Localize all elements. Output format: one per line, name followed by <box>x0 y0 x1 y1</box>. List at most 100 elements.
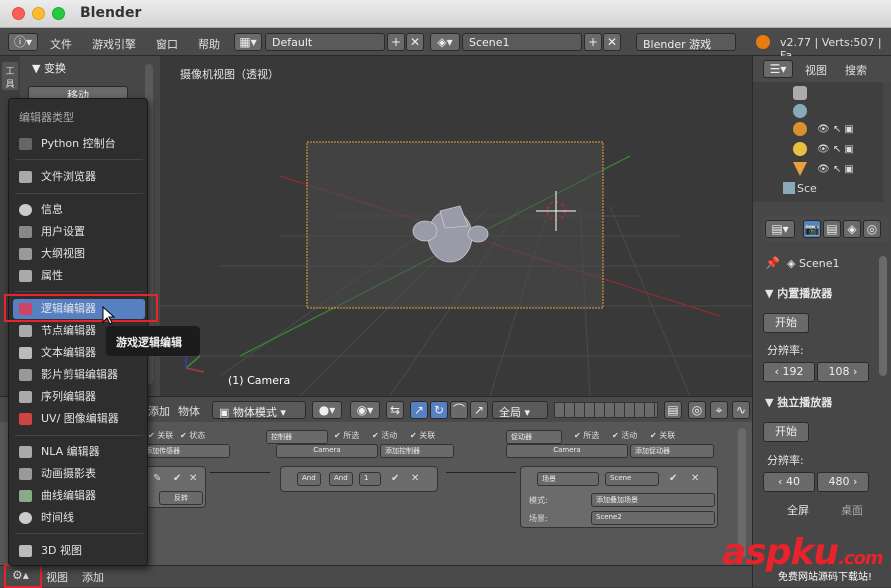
logic-menu-add[interactable]: 添加 <box>148 403 170 419</box>
layout-field[interactable]: Default <box>265 33 385 51</box>
render-engine-select[interactable]: Blender 游戏 <box>636 33 736 51</box>
controllers-active-checkbox[interactable]: ✔ 活动 <box>372 430 397 441</box>
outliner-tree[interactable]: 👁 ↖ ▣ 👁 ↖ ▣ 👁 ↖ ▣ Sce <box>753 82 883 202</box>
menu-item-user-prefs[interactable]: 用户设置 <box>13 222 145 242</box>
actuators-link-checkbox[interactable]: ✔ 关联 <box>650 430 675 441</box>
scene-select[interactable]: Scene2 <box>591 511 715 525</box>
bottom-menu-add[interactable]: 添加 <box>82 569 104 585</box>
world-tab-icon[interactable]: ◎ <box>863 220 881 238</box>
lock-layers-icon[interactable]: ▤ <box>664 401 682 419</box>
menu-item-outliner[interactable]: 大纲视图 <box>13 244 145 264</box>
manipulator-toggle[interactable]: ⇆ <box>386 401 404 419</box>
object-mode-select[interactable]: ▣ 物体模式 ▾ <box>212 401 306 419</box>
bottom-menu-view[interactable]: 视图 <box>46 569 68 585</box>
sensors-state-checkbox[interactable]: ✔ 状态 <box>180 430 205 441</box>
scene-tab-icon[interactable]: ◈ <box>843 220 861 238</box>
standalone-start-button[interactable]: 开始 <box>763 422 809 442</box>
fullscreen-checkbox[interactable]: 全屏 <box>787 502 809 518</box>
properties-type-icon[interactable]: ▤▾ <box>765 220 795 238</box>
monkey-object-icon[interactable] <box>793 122 807 136</box>
standalone-res-y[interactable]: 480 › <box>817 472 869 492</box>
render-layer-icon[interactable]: ◎ <box>688 401 706 419</box>
actuator-type-select[interactable]: 场景 <box>537 472 599 486</box>
actuator-close-icon[interactable]: ✕ <box>691 473 699 484</box>
orientation-icon[interactable]: ↗ <box>470 401 488 419</box>
layout-icon[interactable]: ▦▾ <box>234 33 262 51</box>
pivot-select[interactable]: ◉▾ <box>350 401 380 419</box>
controllers-link-checkbox[interactable]: ✔ 关联 <box>410 430 435 441</box>
outliner-scene-item[interactable]: Sce <box>797 182 817 195</box>
snap-icon[interactable]: ⌖ <box>710 401 728 419</box>
outliner-type-icon[interactable]: ☰▾ <box>763 60 793 78</box>
menu-item-properties[interactable]: 属性 <box>13 266 145 286</box>
menu-window[interactable]: 窗口 <box>156 36 178 52</box>
embedded-res-y[interactable]: 108 › <box>817 362 869 382</box>
remove-layout-button[interactable]: ✕ <box>406 33 424 51</box>
actuators-active-checkbox[interactable]: ✔ 活动 <box>612 430 637 441</box>
controllers-selected-checkbox[interactable]: ✔ 所选 <box>334 430 359 441</box>
remove-scene-button[interactable]: ✕ <box>603 33 621 51</box>
minimize-window-button[interactable] <box>32 7 45 20</box>
controllers-object[interactable]: Camera <box>276 444 378 458</box>
info-editor-type-button[interactable]: ⓘ▾ <box>8 33 38 51</box>
add-layout-button[interactable]: + <box>387 33 405 51</box>
actuators-object[interactable]: Camera <box>506 444 628 458</box>
editor-type-button[interactable]: ⚙▴ <box>4 564 42 588</box>
actuator-check-icon[interactable]: ✔ <box>669 473 677 484</box>
add-sensor-select[interactable]: 添加传感器 <box>140 444 230 458</box>
add-actuator-select[interactable]: 添加促动器 <box>630 444 714 458</box>
cone-object-icon[interactable] <box>793 162 807 176</box>
controller-state[interactable]: 1 <box>359 472 381 486</box>
visibility-eye-icon[interactable]: 👁 ↖ ▣ <box>817 124 854 135</box>
scale-icon[interactable]: ⌒ <box>450 401 468 419</box>
render-tab-icon[interactable]: 📷 <box>803 220 821 238</box>
standalone-player-panel[interactable]: ▼ 独立播放器 <box>765 394 832 410</box>
translate-icon[interactable]: ↗ <box>410 401 428 419</box>
mode-select[interactable]: 添加叠加场景 <box>591 493 715 507</box>
scene-icon[interactable]: ◈▾ <box>430 33 460 51</box>
controller-check-icon[interactable]: ✔ <box>391 473 399 484</box>
add-scene-button[interactable]: + <box>584 33 602 51</box>
pin-icon[interactable]: 📌 <box>765 256 780 270</box>
add-controller-select[interactable]: 添加控制器 <box>380 444 454 458</box>
menu-help[interactable]: 帮助 <box>198 36 220 52</box>
actuator-name-field[interactable]: Scene <box>605 472 659 486</box>
standalone-res-x[interactable]: ‹ 40 <box>763 472 815 492</box>
shading-select[interactable]: ●▾ <box>312 401 342 419</box>
lamp-object-icon[interactable] <box>793 142 807 156</box>
visibility-eye-icon[interactable]: 👁 ↖ ▣ <box>817 144 854 155</box>
proportional-icon[interactable]: ∿ <box>732 401 750 419</box>
embedded-player-panel[interactable]: ▼ 内置播放器 <box>765 285 832 301</box>
sensor-close-icon[interactable]: ✕ <box>189 473 197 484</box>
menu-item-3d-view[interactable]: 3D 视图 <box>13 541 145 561</box>
tab-tools[interactable]: 工具 <box>2 62 18 90</box>
sensor-pin-icon[interactable]: ✎ <box>153 473 161 484</box>
controller-close-icon[interactable]: ✕ <box>411 473 419 484</box>
menu-game-engine[interactable]: 游戏引擎 <box>92 36 136 52</box>
properties-scrollbar[interactable] <box>879 256 887 376</box>
menu-item-uv-image[interactable]: UV/ 图像编辑器 <box>13 409 145 429</box>
menu-item-graph-editor[interactable]: 曲线编辑器 <box>13 486 145 506</box>
menu-item-clip-editor[interactable]: 影片剪辑编辑器 <box>13 365 145 385</box>
outliner-menu-view[interactable]: 视图 <box>805 62 827 78</box>
zoom-window-button[interactable] <box>52 7 65 20</box>
layer-buttons[interactable] <box>554 402 658 418</box>
menu-file[interactable]: 文件 <box>50 36 72 52</box>
visibility-eye-icon[interactable]: 👁 ↖ ▣ <box>817 164 854 175</box>
menu-item-file-browser[interactable]: 文件浏览器 <box>13 167 145 187</box>
controllers-dropdown[interactable]: 控制器 <box>266 430 328 444</box>
invert-button[interactable]: 反转 <box>159 491 203 505</box>
logic-menu-object[interactable]: 物体 <box>178 403 200 419</box>
menu-item-info[interactable]: 信息 <box>13 200 145 220</box>
actuators-dropdown[interactable]: 促动器 <box>506 430 562 444</box>
desktop-checkbox[interactable]: 桌面 <box>841 502 863 518</box>
menu-item-python-console[interactable]: Python 控制台 <box>13 134 145 154</box>
scene-field[interactable]: Scene1 <box>462 33 582 51</box>
menu-item-sequencer[interactable]: 序列编辑器 <box>13 387 145 407</box>
layers-tab-icon[interactable]: ▤ <box>823 220 841 238</box>
menu-item-dopesheet[interactable]: 动画摄影表 <box>13 464 145 484</box>
3d-viewport[interactable]: 摄像机视图（透视） (1) Camera <box>160 56 752 396</box>
close-window-button[interactable] <box>12 7 25 20</box>
sensors-link-checkbox[interactable]: ✔ 关联 <box>148 430 173 441</box>
rotate-icon[interactable]: ↻ <box>430 401 448 419</box>
